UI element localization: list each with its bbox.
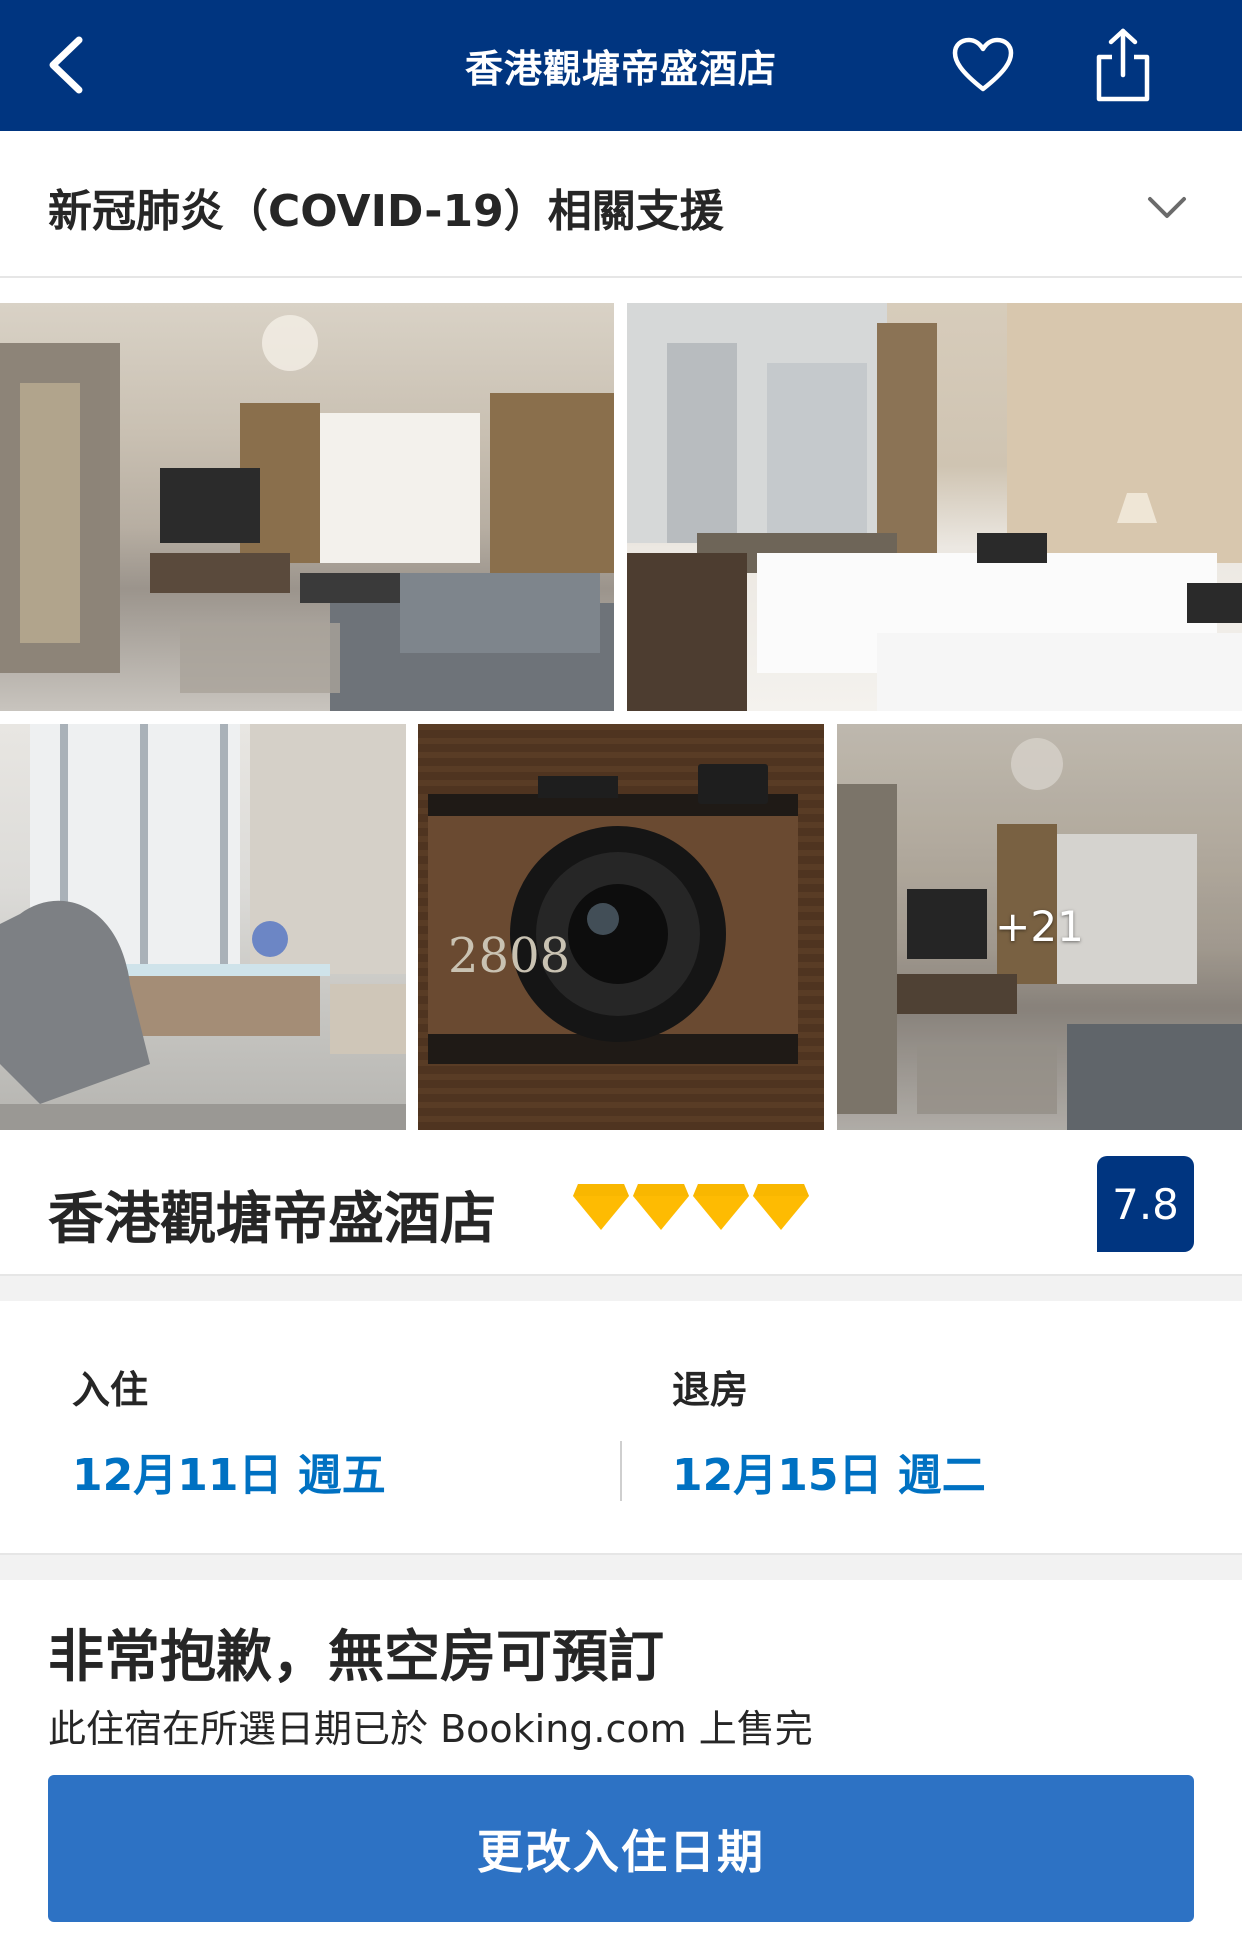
covid-support-row[interactable]: 新冠肺炎（COVID-19）相關支援	[0, 131, 1242, 278]
more-photos-count: +21	[995, 902, 1084, 951]
hotel-photo-4[interactable]: 2808	[418, 724, 824, 1130]
unavailable-heading: 非常抱歉，無空房可預訂	[48, 1625, 664, 1690]
change-dates-button[interactable]: 更改入住日期	[48, 1775, 1194, 1922]
date-divider	[620, 1441, 622, 1501]
hotel-photo-2[interactable]	[627, 303, 1242, 711]
diamond-icon	[573, 1184, 629, 1230]
stay-dates-panel: 入住 12月11日 週五 退房 12月15日 週二	[0, 1301, 1242, 1555]
checkin-label: 入住	[72, 1368, 149, 1412]
hotel-name: 香港觀塘帝盛酒店	[48, 1187, 496, 1252]
hotel-title-row: 香港觀塘帝盛酒店 7.8	[0, 1130, 1242, 1276]
sold-out-message: 此住宿在所選日期已於 Booking.com 上售完	[48, 1707, 813, 1751]
top-nav-bar: 香港觀塘帝盛酒店	[0, 0, 1242, 131]
covid-support-label: 新冠肺炎（COVID-19）相關支援	[48, 186, 724, 237]
favorite-button[interactable]	[945, 30, 1020, 100]
chevron-down-icon	[1148, 197, 1186, 218]
availability-section: 非常抱歉，無空房可預訂 此住宿在所選日期已於 Booking.com 上售完 更…	[0, 1580, 1242, 1947]
section-divider	[0, 1555, 1242, 1580]
section-divider	[0, 1276, 1242, 1301]
hotel-photo-3[interactable]	[0, 724, 406, 1130]
heart-icon	[952, 37, 1013, 92]
checkout-label: 退房	[672, 1368, 749, 1412]
hotel-photo-more[interactable]: +21	[837, 724, 1242, 1130]
hotel-photo-1[interactable]	[0, 303, 614, 711]
diamond-icon	[753, 1184, 809, 1230]
diamond-icon	[633, 1184, 689, 1230]
diamond-rating	[572, 1182, 810, 1232]
checkin-date[interactable]: 12月11日 週五	[72, 1439, 386, 1503]
diamond-icon	[693, 1184, 749, 1230]
share-icon	[1096, 28, 1149, 101]
room-number-plate: 2808	[448, 928, 570, 984]
checkout-date[interactable]: 12月15日 週二	[672, 1439, 986, 1503]
share-button[interactable]	[1085, 22, 1160, 107]
page-title: 香港觀塘帝盛酒店	[464, 47, 777, 91]
review-score-badge[interactable]: 7.8	[1097, 1156, 1194, 1252]
